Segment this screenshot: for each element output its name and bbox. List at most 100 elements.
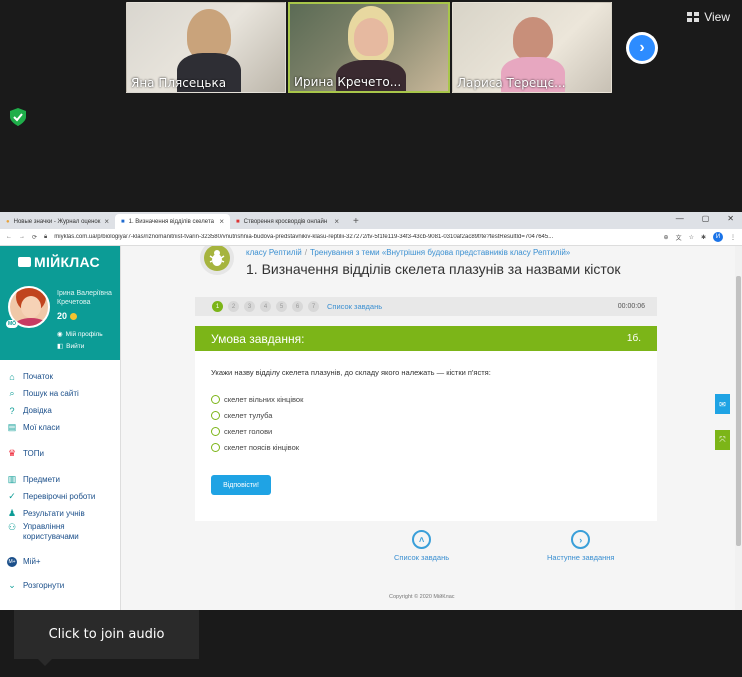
extensions-icon[interactable]: ✱ bbox=[701, 234, 706, 241]
star-icon[interactable]: ☆ bbox=[689, 234, 694, 241]
step-button[interactable]: 3 bbox=[244, 301, 255, 312]
chevron-right-icon: › bbox=[629, 35, 655, 61]
step-button[interactable]: 2 bbox=[228, 301, 239, 312]
grid-view-icon bbox=[687, 12, 700, 22]
results-icon: ♟ bbox=[7, 508, 17, 518]
fullscreen-icon[interactable]: ⤧ bbox=[715, 430, 730, 450]
chevron-up-icon: ˄ bbox=[412, 530, 432, 549]
new-tab-button[interactable]: + bbox=[345, 214, 367, 229]
logout-link[interactable]: ◧ Вийти bbox=[57, 342, 84, 351]
video-tile-2[interactable]: Ирина Кречето... bbox=[288, 2, 450, 93]
security-shield-icon[interactable] bbox=[10, 108, 26, 126]
step-button[interactable]: 6 bbox=[292, 301, 303, 312]
breadcrumb-link[interactable]: Тренування з теми «Внутрішня будова пред… bbox=[310, 248, 570, 257]
sidebar-item-label: Перевірочні роботи bbox=[23, 492, 96, 501]
menu-spacer bbox=[0, 436, 120, 445]
minimize-icon[interactable]: — bbox=[676, 214, 684, 223]
tasks-list-link[interactable]: Список завдань bbox=[327, 302, 382, 311]
answer-option[interactable]: скелет тулуба bbox=[211, 411, 272, 420]
sidebar-item-label: Мій+ bbox=[23, 557, 41, 566]
join-audio-tooltip[interactable]: Click to join audio bbox=[14, 610, 199, 659]
sidebar-item-label: Мої класи bbox=[23, 423, 60, 432]
tab-title: Створення кросвордів онлайн bbox=[243, 218, 328, 225]
translate-icon[interactable]: 文 bbox=[676, 233, 682, 242]
nav-tasks-list[interactable]: ˄ Список завдань bbox=[394, 530, 449, 562]
my-profile-link[interactable]: ◉ Мій профіль bbox=[57, 330, 103, 339]
timer: 00:00:06 bbox=[617, 303, 645, 310]
step-button[interactable]: 1 bbox=[212, 301, 223, 312]
user-icon: ◉ bbox=[57, 331, 63, 338]
step-button[interactable]: 7 bbox=[308, 301, 319, 312]
favicon-icon: ● bbox=[6, 218, 10, 225]
answer-option[interactable]: скелет вільних кінцівок bbox=[211, 395, 303, 404]
answer-option[interactable]: скелет голови bbox=[211, 427, 272, 436]
copyright: Copyright © 2020 МійКлас bbox=[389, 594, 455, 600]
participant-name: Ирина Кречето... bbox=[294, 75, 402, 89]
step-button[interactable]: 5 bbox=[276, 301, 287, 312]
answer-button[interactable]: Відповісти! bbox=[211, 475, 271, 495]
zoom-video-strip: Яна Плясецька Ирина Кречето... Лариса Те… bbox=[0, 0, 742, 212]
close-icon[interactable]: × bbox=[104, 217, 109, 226]
back-icon[interactable]: ← bbox=[6, 234, 12, 240]
sidebar-item-subjects[interactable]: ▥ Предмети bbox=[0, 471, 120, 488]
tab-crossword[interactable]: ■ Створення кросвордів онлайн × bbox=[230, 214, 345, 229]
step-button[interactable]: 4 bbox=[260, 301, 271, 312]
coin-icon bbox=[70, 312, 78, 320]
site-logo[interactable]: МІЙКЛАС bbox=[18, 254, 100, 270]
radio-icon[interactable] bbox=[211, 411, 220, 420]
sidebar-item-label: Результати учнів bbox=[23, 509, 85, 518]
sidebar-item-search[interactable]: ⌕ Пошук на сайті bbox=[0, 385, 120, 402]
user-name: Ірина Валеріївна Кречетова bbox=[57, 290, 112, 306]
url-field[interactable]: miyklas.com.ua/p/biologiya/7-klas/riznom… bbox=[54, 234, 656, 240]
reload-icon[interactable]: ⟳ bbox=[32, 234, 37, 241]
scroll-thumb[interactable] bbox=[736, 276, 741, 546]
tab-journal[interactable]: ● Новые значки - Журнал оценок × bbox=[0, 214, 115, 229]
video-tile-1[interactable]: Яна Плясецька bbox=[126, 2, 286, 93]
mail-icon[interactable]: ✉ bbox=[715, 394, 730, 414]
avatar-body bbox=[14, 318, 48, 326]
sidebar-item-tops[interactable]: ♛ ТОПи bbox=[0, 445, 120, 462]
breadcrumb-link[interactable]: класу Рептилій bbox=[246, 248, 302, 257]
participant-name: Яна Плясецька bbox=[131, 76, 227, 90]
close-window-icon[interactable]: ✕ bbox=[727, 214, 734, 223]
radio-icon[interactable] bbox=[211, 443, 220, 452]
close-icon[interactable]: × bbox=[334, 217, 339, 226]
radio-icon[interactable] bbox=[211, 395, 220, 404]
add-icon[interactable]: ⊕ bbox=[664, 234, 669, 241]
nav-next-task[interactable]: › Наступне завдання bbox=[547, 530, 614, 562]
card-title: Умова завдання: bbox=[211, 331, 305, 346]
sidebar-item-home[interactable]: ⌂ Початок bbox=[0, 368, 120, 385]
users-icon: ⚇ bbox=[7, 522, 17, 532]
nav-next-label: Наступне завдання bbox=[547, 553, 615, 562]
option-label: скелет тулуба bbox=[224, 411, 273, 420]
view-button[interactable]: View bbox=[687, 10, 730, 24]
sidebar-item-classes[interactable]: ▤ Мої класи bbox=[0, 419, 120, 436]
radio-icon[interactable] bbox=[211, 427, 220, 436]
sidebar-header: МІЙКЛАС MŐ Ірина Валеріївна Кречетова 20… bbox=[0, 246, 120, 360]
sidebar-item-label: Предмети bbox=[23, 475, 60, 484]
view-label: View bbox=[704, 10, 730, 24]
search-icon: ⌕ bbox=[9, 388, 15, 398]
close-icon[interactable]: × bbox=[219, 217, 224, 226]
tab-current[interactable]: ■ 1. Визначення відділів скелета × bbox=[115, 214, 230, 229]
maximize-icon[interactable]: ▢ bbox=[702, 214, 710, 223]
favicon-icon: ■ bbox=[236, 218, 240, 225]
sidebar-item-results[interactable]: ♟ Результати учнів bbox=[0, 505, 120, 522]
chevron-down-icon: ⌄ bbox=[8, 580, 16, 590]
my-profile-label: Мій профіль bbox=[65, 330, 103, 338]
forward-icon[interactable]: → bbox=[19, 234, 25, 240]
sidebar-item-help[interactable]: ? Довідка bbox=[0, 402, 120, 419]
sidebar-item-expand[interactable]: ⌄ Розгорнути bbox=[0, 577, 120, 594]
video-tile-3[interactable]: Лариса Терещє... bbox=[452, 2, 612, 93]
scrollbar[interactable] bbox=[735, 246, 742, 610]
avatar-badge: MŐ bbox=[6, 320, 19, 328]
sidebar-item-tests[interactable]: ✓ Перевірочні роботи bbox=[0, 488, 120, 505]
nav-tasks-label: Список завдань bbox=[394, 553, 450, 562]
answer-option[interactable]: скелет поясів кінцівок bbox=[211, 443, 299, 452]
sidebar-item-users[interactable]: ⚇ Управління користувачами bbox=[0, 522, 120, 546]
chevron-right-icon: › bbox=[571, 530, 591, 549]
next-page-button[interactable]: › bbox=[626, 32, 658, 64]
sidebar-item-myplus[interactable]: M+ Мій+ bbox=[0, 553, 120, 570]
menu-icon[interactable]: ⋮ bbox=[730, 234, 736, 241]
profile-avatar[interactable]: И bbox=[713, 232, 723, 242]
